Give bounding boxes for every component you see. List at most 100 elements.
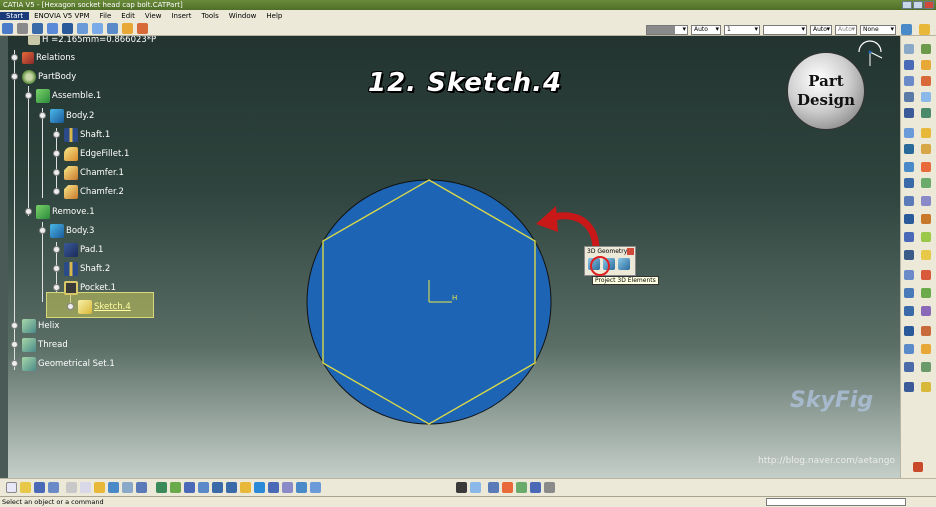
workbench-icon[interactable] xyxy=(921,44,931,54)
tree-item-helix[interactable]: Helix xyxy=(22,318,59,334)
break-icon[interactable] xyxy=(921,270,931,280)
tree-item-geometrical-set-1[interactable]: Geometrical Set.1 xyxy=(22,356,115,372)
menu-insert[interactable]: Insert xyxy=(166,12,196,20)
close-icon[interactable] xyxy=(627,248,634,255)
rectangle-icon[interactable] xyxy=(921,60,931,70)
minimize-button[interactable] xyxy=(902,1,912,9)
line-icon[interactable] xyxy=(921,92,931,102)
fix-together-icon[interactable] xyxy=(904,344,914,354)
parabola-icon[interactable] xyxy=(921,214,931,224)
sketch-plane-icon[interactable] xyxy=(62,23,73,34)
open-file-icon[interactable] xyxy=(20,482,31,493)
normal-view-icon[interactable] xyxy=(240,482,251,493)
hexagon-tool-icon[interactable] xyxy=(921,178,931,188)
quick-trim-icon[interactable] xyxy=(904,270,914,280)
compass-icon[interactable] xyxy=(855,38,885,68)
edit-multi-icon[interactable] xyxy=(921,362,931,372)
menu-file[interactable]: File xyxy=(95,12,117,20)
tree-expander[interactable] xyxy=(53,131,60,138)
view-icon[interactable] xyxy=(32,23,43,34)
conic-icon[interactable] xyxy=(904,92,914,102)
catalog-icon[interactable] xyxy=(530,482,541,493)
point-icon[interactable] xyxy=(921,108,931,118)
hyperbola-icon[interactable] xyxy=(904,232,914,242)
bisector-icon[interactable] xyxy=(904,250,914,260)
tree-expander[interactable] xyxy=(53,188,60,195)
sketch-geometry[interactable] xyxy=(300,176,560,436)
tree-item-edgefillet-1[interactable]: EdgeFillet.1 xyxy=(64,146,129,162)
pan-icon[interactable] xyxy=(184,482,195,493)
oblong-icon[interactable] xyxy=(904,162,914,172)
cut-icon[interactable] xyxy=(66,482,77,493)
tree-expander[interactable] xyxy=(39,112,46,119)
tree-item-assemble-1[interactable]: Assemble.1 xyxy=(36,88,101,104)
multi-view-icon[interactable] xyxy=(254,482,265,493)
transparency-combo[interactable]: Auto xyxy=(691,24,721,35)
cut-part-icon[interactable] xyxy=(77,23,88,34)
print-icon[interactable] xyxy=(48,482,59,493)
connect-icon[interactable] xyxy=(921,232,931,242)
tree-item-shaft-1[interactable]: Shaft.1 xyxy=(64,127,110,143)
3d-viewport[interactable]: H =2.165mm=0.866023*P Relations PartBody… xyxy=(0,36,900,478)
color-combo[interactable] xyxy=(646,24,688,35)
shading-icon[interactable] xyxy=(282,482,293,493)
graphic-properties-icon[interactable] xyxy=(919,24,930,35)
format-painter-icon[interactable] xyxy=(901,24,912,35)
scale-icon[interactable] xyxy=(921,306,931,316)
construction-icon[interactable] xyxy=(107,23,118,34)
tree-item-partbody[interactable]: PartBody xyxy=(22,69,76,85)
sketch-solving-icon[interactable] xyxy=(921,382,931,392)
hide-show-icon[interactable] xyxy=(296,482,307,493)
menu-window[interactable]: Window xyxy=(224,12,262,20)
spline-icon[interactable] xyxy=(921,76,931,86)
tree-expander[interactable] xyxy=(53,284,60,291)
tree-expander[interactable] xyxy=(25,208,32,215)
translate-icon[interactable] xyxy=(921,288,931,298)
tree-expander[interactable] xyxy=(53,150,60,157)
tree-item-sketch-4[interactable]: Sketch.4 xyxy=(78,299,131,315)
menu-start[interactable]: Start xyxy=(0,12,30,20)
animate-icon[interactable] xyxy=(904,362,914,372)
tree-item-pocket-1[interactable]: Pocket.1 xyxy=(64,280,116,296)
menu-view[interactable]: View xyxy=(140,12,167,20)
undo-icon[interactable] xyxy=(108,482,119,493)
tree-item-relations[interactable]: Relations xyxy=(22,50,75,66)
point-size-combo[interactable]: Auto xyxy=(835,24,857,35)
tree-expander[interactable] xyxy=(53,246,60,253)
tree-expander[interactable] xyxy=(11,54,18,61)
grid-icon[interactable] xyxy=(47,23,58,34)
infinite-line-icon[interactable] xyxy=(921,250,931,260)
symmetry-icon[interactable] xyxy=(904,288,914,298)
tree-item-thread[interactable]: Thread xyxy=(22,337,68,353)
command-input[interactable] xyxy=(766,498,906,506)
tree-expander[interactable] xyxy=(53,265,60,272)
line-thickness-combo[interactable] xyxy=(763,24,807,35)
menu-edit[interactable]: Edit xyxy=(116,12,140,20)
offset-icon[interactable] xyxy=(921,162,931,172)
tree-item-body-2[interactable]: Body.2 xyxy=(50,108,94,124)
tree-expander[interactable] xyxy=(25,92,32,99)
comment-icon[interactable] xyxy=(470,482,481,493)
rotate-icon[interactable] xyxy=(904,306,914,316)
tree-item-chamfer-2[interactable]: Chamfer.2 xyxy=(64,184,124,200)
circle-icon[interactable] xyxy=(904,76,914,86)
redo-icon[interactable] xyxy=(122,482,133,493)
copy-icon[interactable] xyxy=(80,482,91,493)
table-icon[interactable] xyxy=(516,482,527,493)
menu-enovia[interactable]: ENOVIA V5 VPM xyxy=(29,12,94,20)
zoom-in-icon[interactable] xyxy=(212,482,223,493)
more-icon[interactable] xyxy=(544,482,555,493)
constraint-tool-icon[interactable] xyxy=(904,326,914,336)
point-type-combo[interactable]: Auto xyxy=(810,24,832,35)
save-icon[interactable] xyxy=(34,482,45,493)
tree-expander[interactable] xyxy=(11,341,18,348)
axis-icon[interactable] xyxy=(904,108,914,118)
profile-icon[interactable] xyxy=(904,60,914,70)
trim-icon[interactable] xyxy=(904,144,914,154)
maximize-button[interactable] xyxy=(913,1,923,9)
tree-item-shaft-2[interactable]: Shaft.2 xyxy=(64,261,110,277)
menu-help[interactable]: Help xyxy=(261,12,287,20)
rotate-view-icon[interactable] xyxy=(198,482,209,493)
tree-item-body-3[interactable]: Body.3 xyxy=(50,223,94,239)
swap-space-icon[interactable] xyxy=(310,482,321,493)
